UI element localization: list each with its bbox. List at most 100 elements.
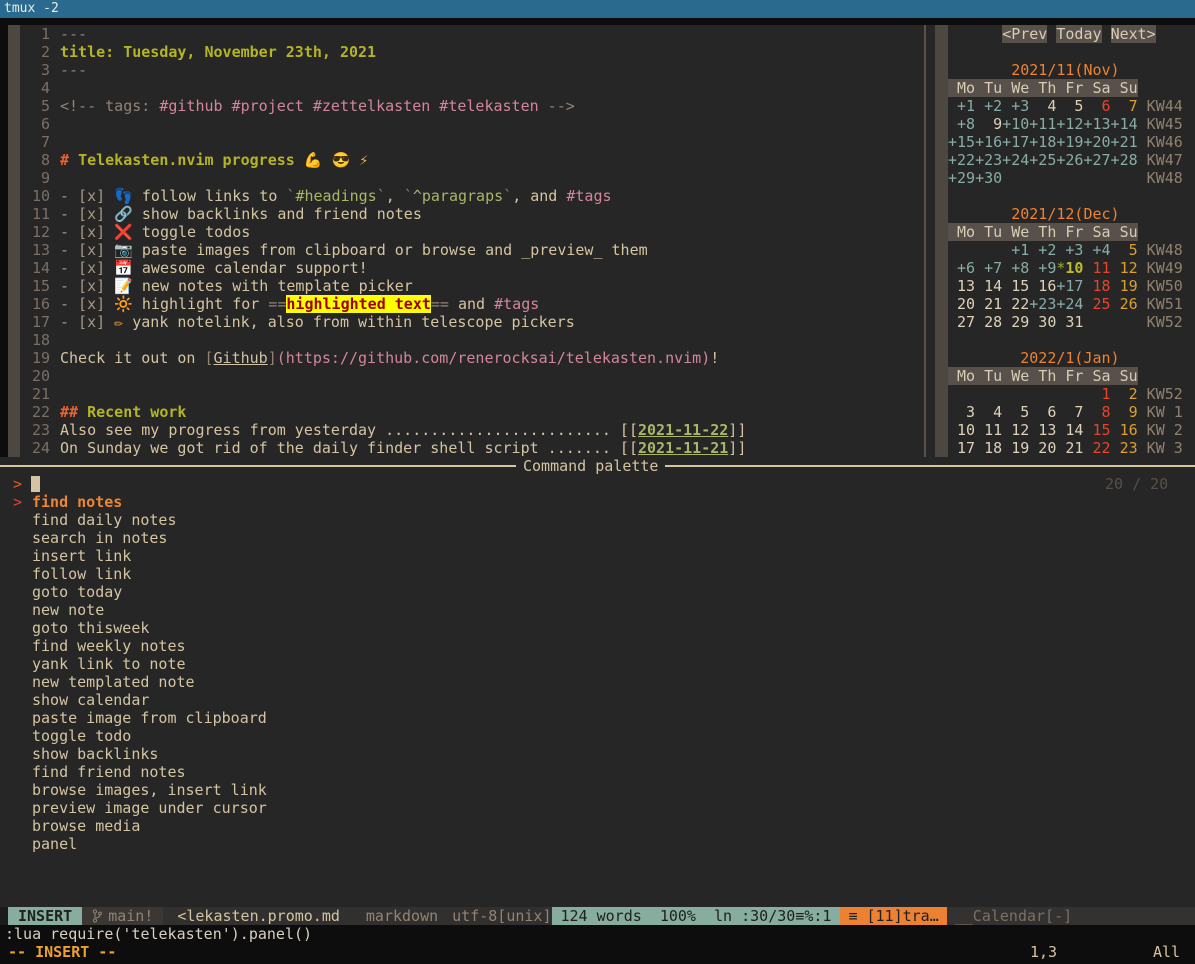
- palette-item[interactable]: browse media: [0, 817, 1195, 835]
- palette-results-list: >find notesfind daily notessearch in not…: [0, 493, 1195, 853]
- palette-item-label: show backlinks: [32, 745, 158, 763]
- line-number: 17: [20, 313, 50, 331]
- line-number: 15: [20, 277, 50, 295]
- palette-item[interactable]: find friend notes: [0, 763, 1195, 781]
- palette-item[interactable]: preview image under cursor: [0, 799, 1195, 817]
- calendar-nav-prev-button[interactable]: <Prev: [1002, 25, 1047, 43]
- editor-line-text: ---: [60, 61, 87, 79]
- calendar-line: 17 18 19 20 21 22 23 KW 3: [948, 439, 1183, 457]
- palette-item-label: browse media: [32, 817, 140, 835]
- calendar-statusline: __Calendar[-]: [947, 907, 1195, 925]
- command-line[interactable]: :lua require('telekasten').panel(): [0, 925, 1195, 943]
- buffer-list-icon: ≡: [848, 907, 857, 925]
- editor-line-text: - [x] 📝 new notes with template picker: [60, 277, 413, 295]
- editor-line: 7: [20, 133, 746, 151]
- editor-line-text: - [x] 🔆 highlight for ==highlighted text…: [60, 295, 539, 313]
- palette-item[interactable]: >find notes: [0, 493, 1195, 511]
- prompt-caret-icon: >: [13, 475, 22, 493]
- terminal-left-padding: [0, 25, 8, 457]
- palette-item[interactable]: find daily notes: [0, 511, 1195, 529]
- editor-line: 5<!-- tags: #github #project #zettelkast…: [20, 97, 746, 115]
- palette-item-label: insert link: [32, 547, 131, 565]
- editor-line-text: # Telekasten.nvim progress 💪 😎 ⚡: [60, 151, 368, 169]
- palette-item-label: preview image under cursor: [32, 799, 267, 817]
- editor-line-text: - [x] 🔗 show backlinks and friend notes: [60, 205, 422, 223]
- line-number: 21: [20, 385, 50, 403]
- line-number: 10: [20, 187, 50, 205]
- palette-item[interactable]: new templated note: [0, 673, 1195, 691]
- tmux-title: tmux -2: [4, 1, 59, 16]
- line-number: 8: [20, 151, 50, 169]
- palette-prompt-row[interactable]: > 20 / 20: [0, 475, 1195, 493]
- calendar-nav-today-button[interactable]: Today: [1056, 25, 1101, 43]
- palette-item-label: new note: [32, 601, 104, 619]
- cursor-position: 1,3: [1030, 943, 1057, 961]
- editor-line-text: Check it out on [Github](https://github.…: [60, 349, 719, 367]
- editor-line: 15 - [x] 📝 new notes with template picker: [20, 277, 746, 295]
- buffer-label: [11]tra…: [867, 907, 939, 925]
- editor-line-text: - [x] ✏ yank notelink, also from within …: [60, 313, 575, 331]
- result-counter: 20 / 20: [1105, 475, 1168, 493]
- separator-line-left: [0, 465, 516, 467]
- insert-mode-text: -- INSERT --: [8, 943, 116, 961]
- palette-item[interactable]: goto thisweek: [0, 619, 1195, 637]
- editor-pane[interactable]: 1---2title: Tuesday, November 23th, 2021…: [20, 25, 746, 457]
- palette-item-label: find weekly notes: [32, 637, 186, 655]
- calendar-line: +1 +2 +3 4 5 6 7 KW44: [948, 97, 1183, 115]
- editor-line-text: title: Tuesday, November 23th, 2021: [60, 43, 376, 61]
- calendar-line: [948, 43, 1183, 61]
- palette-item[interactable]: paste image from clipboard: [0, 709, 1195, 727]
- calendar-line: [948, 331, 1183, 349]
- palette-item[interactable]: find weekly notes: [0, 637, 1195, 655]
- selection-caret-icon: >: [13, 493, 22, 511]
- editor-line-text: ---: [60, 25, 87, 43]
- calendar-sign-column: [935, 25, 948, 457]
- palette-item-label: panel: [32, 835, 77, 853]
- palette-item[interactable]: insert link: [0, 547, 1195, 565]
- calendar-pane[interactable]: <Prev Today Next> 2021/11(Nov) Mo Tu We …: [948, 25, 1183, 457]
- line-number: 16: [20, 295, 50, 313]
- editor-line: 6: [20, 115, 746, 133]
- editor-sign-column: [8, 25, 20, 457]
- calendar-line: Mo Tu We Th Fr Sa Su: [948, 367, 1183, 385]
- palette-item[interactable]: yank link to note: [0, 655, 1195, 673]
- palette-item[interactable]: show calendar: [0, 691, 1195, 709]
- buffer-segment[interactable]: ≡ [11]tra…: [840, 907, 946, 925]
- calendar-line: 2021/12(Dec): [948, 205, 1183, 223]
- editor-line: 4: [20, 79, 746, 97]
- line-number: 22: [20, 403, 50, 421]
- palette-item-label: follow link: [32, 565, 131, 583]
- palette-item[interactable]: goto today: [0, 583, 1195, 601]
- statusline: INSERT main! <lekasten.promo.md markdown…: [0, 907, 1195, 925]
- terminal-screen: tmux -2 1---2title: Tuesday, November 23…: [0, 0, 1195, 964]
- editor-line-text: Also see my progress from yesterday ....…: [60, 421, 746, 439]
- line-number: 18: [20, 331, 50, 349]
- line-number: 12: [20, 223, 50, 241]
- palette-item-label: goto today: [32, 583, 122, 601]
- palette-item[interactable]: follow link: [0, 565, 1195, 583]
- line-number: 14: [20, 259, 50, 277]
- palette-title: Command palette: [516, 457, 665, 475]
- git-branch-segment[interactable]: main!: [82, 907, 163, 925]
- editor-line-text: - [x] 📷 paste images from clipboard or b…: [60, 241, 648, 259]
- command-palette: Command palette > 20 / 20 >find notesfin…: [0, 457, 1195, 907]
- editor-line-text: - [x] 👣 follow links to `#headings`, `^p…: [60, 187, 612, 205]
- mode-indicator: INSERT: [8, 907, 82, 925]
- calendar-line: 27 28 29 30 31 KW52: [948, 313, 1183, 331]
- palette-item[interactable]: search in notes: [0, 529, 1195, 547]
- palette-item[interactable]: browse images, insert link: [0, 781, 1195, 799]
- line-number: 3: [20, 61, 50, 79]
- editor-line: 14- [x] 📅 awesome calendar support!: [20, 259, 746, 277]
- editor-line: 24On Sunday we got rid of the daily find…: [20, 439, 746, 457]
- palette-item[interactable]: new note: [0, 601, 1195, 619]
- calendar-line: +15+16+17+18+19+20+21 KW46: [948, 133, 1183, 151]
- palette-item-label: browse images, insert link: [32, 781, 267, 799]
- palette-item[interactable]: panel: [0, 835, 1195, 853]
- editor-line: 19Check it out on [Github](https://githu…: [20, 349, 746, 367]
- calendar-line: 3 4 5 6 7 8 9 KW 1: [948, 403, 1183, 421]
- palette-item[interactable]: show backlinks: [0, 745, 1195, 763]
- palette-item[interactable]: toggle todo: [0, 727, 1195, 745]
- calendar-nav-next-button[interactable]: Next>: [1111, 25, 1156, 43]
- editor-line: 11- [x] 🔗 show backlinks and friend note…: [20, 205, 746, 223]
- line-number: 24: [20, 439, 50, 457]
